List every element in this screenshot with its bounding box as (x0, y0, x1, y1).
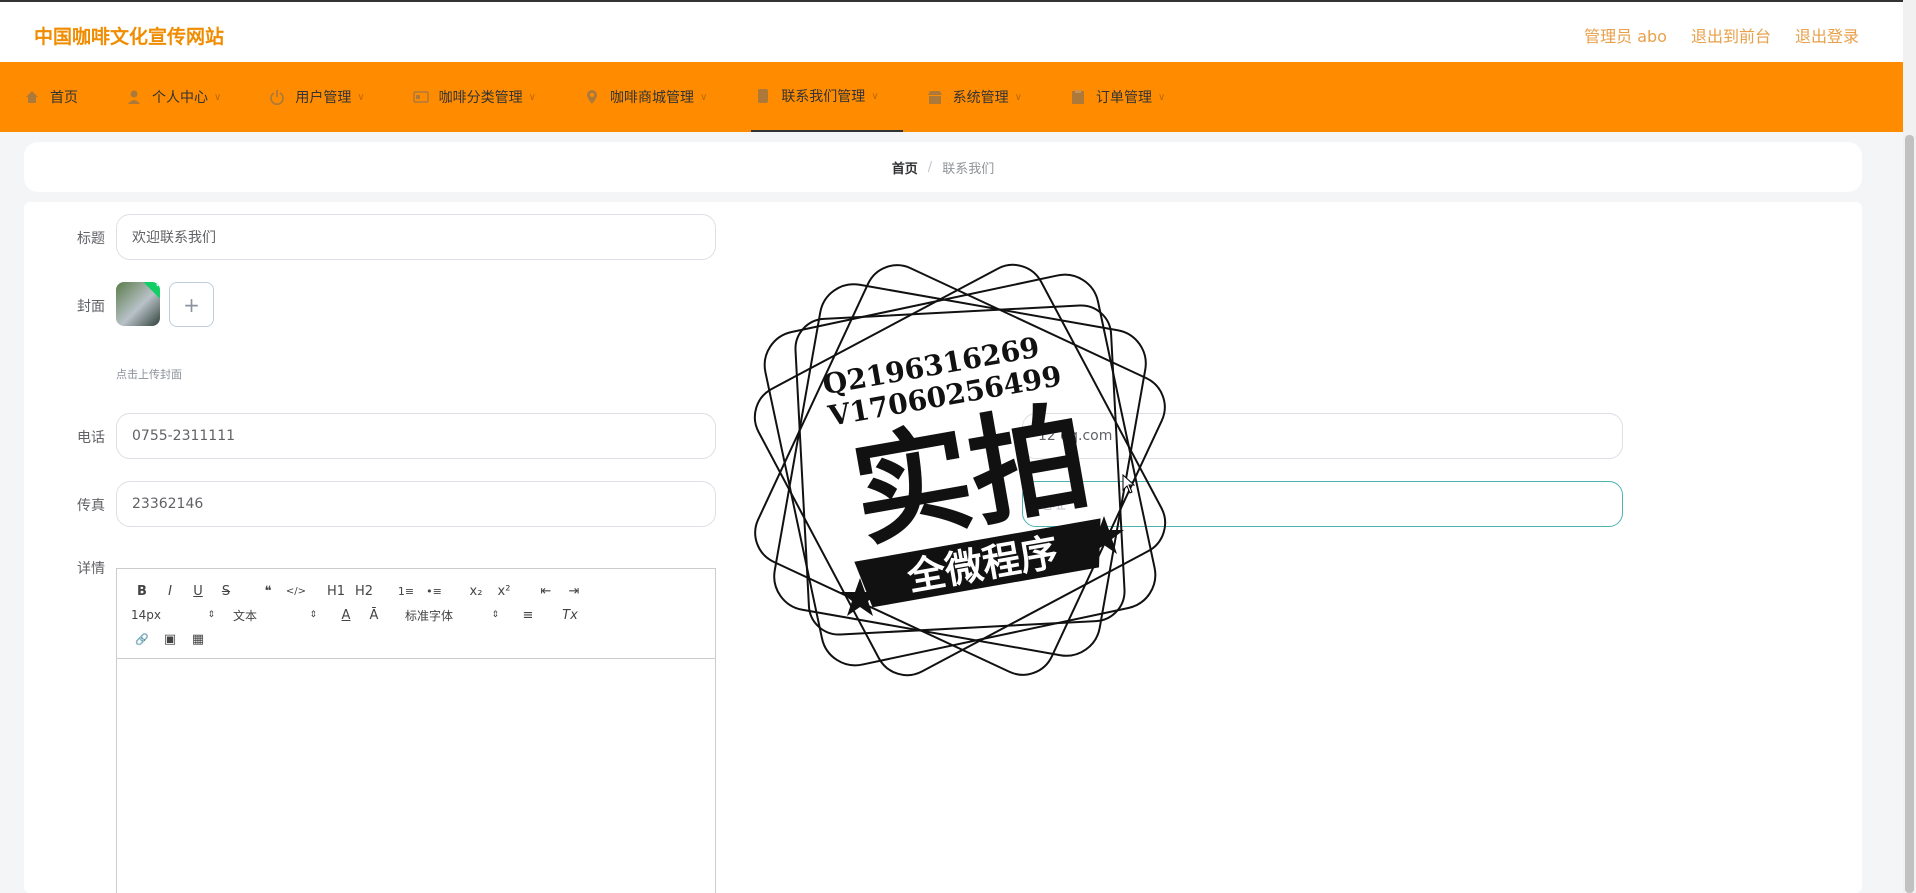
nav-label-user-management: 用户管理 (295, 90, 352, 106)
video-button[interactable]: ▦ (187, 629, 209, 649)
rich-text-editor: B I U S ❝ </> H1 H2 1≡ •≡ x₂ x² ⇤ ⇥ 14px… (116, 568, 716, 893)
underline-button[interactable]: U (187, 581, 209, 601)
site-brand: 中国咖啡文化宣传网站 (34, 26, 225, 48)
nav-label-coffee-category: 咖啡分类管理 (438, 90, 523, 106)
watermark-stamp: Q2196316269 V17060256499 实拍 全微程序 (753, 263, 1167, 677)
nav-item-user-management[interactable]: 用户管理 ∨ (265, 62, 388, 132)
outdent-button[interactable]: ⇤ (535, 581, 557, 601)
user-icon (126, 89, 142, 105)
chevron-down-icon: ∨ (1157, 91, 1166, 103)
back-to-front-link[interactable]: 退出到前台 (1691, 23, 1771, 47)
main-nav: 首页 个人中心 ∨ 用户管理 ∨ 咖啡分类管理 ∨ 咖啡商城管理 ∨ 联系我们管… (0, 62, 1903, 132)
breadcrumb: 首页 / 联系我们 (24, 142, 1862, 192)
chevron-down-icon: ∨ (871, 90, 879, 102)
text-color-button[interactable]: A (335, 605, 357, 625)
chevron-down-icon: ∨ (528, 91, 536, 103)
phone-input[interactable]: 0755-2311111 (116, 413, 716, 459)
strike-button[interactable]: S (215, 581, 237, 601)
bullet-list-button[interactable]: •≡ (423, 581, 445, 601)
admin-user-link[interactable]: 管理员 abo (1584, 23, 1667, 47)
align-button[interactable]: ≡ (517, 605, 539, 625)
nav-item-system-management[interactable]: 系统管理 ∨ (923, 62, 1046, 132)
mouse-cursor-icon (1122, 474, 1136, 494)
chevron-down-icon: ∨ (1014, 91, 1022, 103)
nav-item-home[interactable]: 首页 (20, 62, 102, 132)
upload-success-badge: ✓ (142, 282, 160, 302)
toolbar-row-1: B I U S ❝ </> H1 H2 1≡ •≡ x₂ x² ⇤ ⇥ (131, 581, 591, 601)
header-select[interactable]: 文本 ⇕ (233, 607, 317, 624)
editor-toolbar: B I U S ❝ </> H1 H2 1≡ •≡ x₂ x² ⇤ ⇥ 14px… (117, 569, 715, 659)
nav-item-order-management[interactable]: 订单管理 ∨ (1066, 62, 1189, 132)
breadcrumb-current: 联系我们 (942, 161, 995, 177)
nav-item-personal-center[interactable]: 个人中心 ∨ (122, 62, 245, 132)
clear-format-button[interactable]: Tx (559, 605, 581, 625)
fax-label: 传真 (77, 498, 105, 514)
scrollbar-thumb[interactable] (1905, 135, 1914, 893)
image-button[interactable]: ▣ (159, 629, 181, 649)
cover-hint: 点击上传封面 (116, 368, 182, 381)
select-arrows-icon: ⇕ (309, 610, 317, 620)
link-button[interactable]: 🔗 (131, 629, 153, 649)
cover-thumbnail[interactable]: ✓ (116, 282, 160, 326)
page-scrollbar[interactable] (1903, 0, 1916, 893)
header-1-button[interactable]: H1 (325, 581, 347, 601)
toolbar-row-3: 🔗 ▣ ▦ (131, 629, 215, 649)
power-icon (269, 89, 285, 105)
font-size-value: 14px (131, 608, 161, 622)
ordered-list-button[interactable]: 1≡ (395, 581, 417, 601)
cover-label: 封面 (77, 299, 105, 315)
subscript-button[interactable]: x₂ (465, 581, 487, 601)
font-family-value: 标准字体 (405, 608, 454, 623)
fax-input[interactable]: 23362146 (116, 481, 716, 527)
phone-label: 电话 (77, 430, 105, 446)
shop-icon (927, 89, 943, 105)
code-block-button[interactable]: </> (285, 581, 307, 601)
home-icon (24, 89, 40, 105)
nav-item-coffee-shop[interactable]: 咖啡商城管理 ∨ (580, 62, 731, 132)
header-links: 管理员 abo 退出到前台 退出登录 (1584, 23, 1859, 47)
nav-label-order-management: 订单管理 (1095, 90, 1152, 106)
superscript-button[interactable]: x² (493, 581, 515, 601)
background-color-button[interactable]: Ā (363, 605, 385, 625)
font-size-select[interactable]: 14px ⇕ (131, 608, 215, 622)
toolbar-row-2: 14px ⇕ 文本 ⇕ A Ā 标准字体 ⇕ ≡ Tx (131, 605, 587, 625)
breadcrumb-home[interactable]: 首页 (892, 158, 918, 177)
editor-content-area[interactable] (117, 659, 715, 893)
top-header: 中国咖啡文化宣传网站 管理员 abo 退出到前台 退出登录 (0, 0, 1903, 62)
breadcrumb-separator: / (927, 159, 933, 175)
header-2-button[interactable]: H2 (353, 581, 375, 601)
font-family-select[interactable]: 标准字体 ⇕ (405, 607, 499, 624)
detail-label: 详情 (77, 561, 105, 577)
chevron-down-icon: ∨ (357, 91, 365, 103)
nav-label-contact-management: 联系我们管理 (781, 89, 866, 105)
upload-cover-button[interactable]: + (169, 282, 214, 327)
card-icon (412, 89, 429, 105)
header-select-value: 文本 (233, 608, 258, 623)
select-arrows-icon: ⇕ (207, 610, 215, 620)
select-arrows-icon: ⇕ (491, 610, 499, 620)
nav-item-contact-management[interactable]: 联系我们管理 ∨ (751, 62, 903, 132)
indent-button[interactable]: ⇥ (563, 581, 585, 601)
blockquote-button[interactable]: ❝ (257, 581, 279, 601)
chevron-down-icon: ∨ (699, 91, 708, 103)
logout-link[interactable]: 退出登录 (1795, 23, 1859, 47)
nav-label-home: 首页 (50, 90, 78, 106)
chevron-down-icon: ∨ (214, 91, 222, 103)
document-icon (755, 88, 771, 104)
nav-label-system-management: 系统管理 (952, 90, 1009, 106)
order-icon (1070, 89, 1086, 105)
location-icon (584, 89, 600, 105)
nav-label-coffee-shop: 咖啡商城管理 (609, 90, 694, 106)
nav-item-coffee-category[interactable]: 咖啡分类管理 ∨ (409, 62, 560, 132)
nav-label-personal-center: 个人中心 (152, 90, 208, 106)
bold-button[interactable]: B (131, 581, 153, 601)
check-icon: ✓ (155, 282, 160, 290)
title-input[interactable]: 欢迎联系我们 (116, 214, 716, 260)
title-label: 标题 (77, 231, 105, 247)
italic-button[interactable]: I (159, 581, 181, 601)
